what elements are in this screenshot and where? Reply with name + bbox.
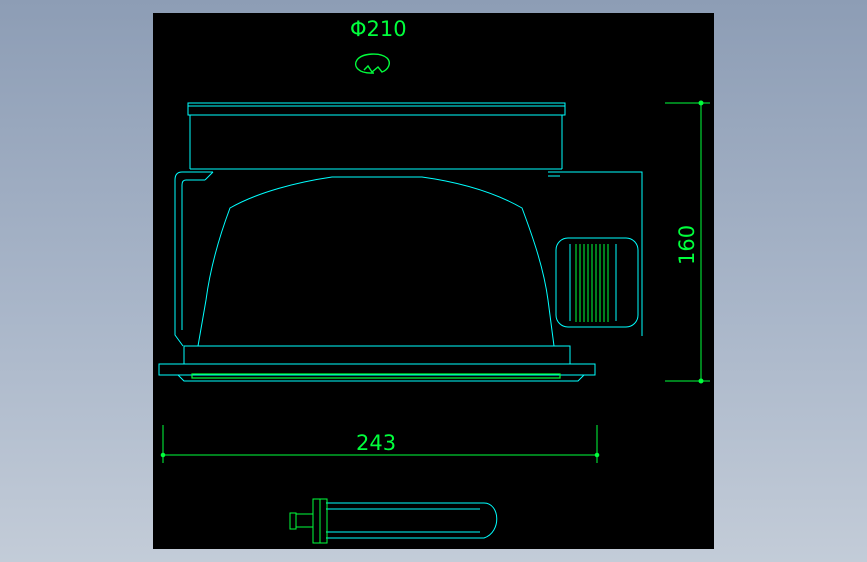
diameter-label: Φ210	[350, 17, 407, 41]
cutout-symbol	[355, 53, 390, 74]
ballast-box	[555, 237, 639, 328]
dome-reflector	[197, 176, 555, 347]
base-flange	[158, 345, 596, 382]
height-label: 160	[675, 225, 699, 265]
housing-bracket	[174, 171, 643, 347]
ballast-fins	[575, 244, 609, 322]
compact-fluorescent-lamp	[289, 498, 498, 544]
top-cover	[187, 102, 566, 170]
cad-drawing: Φ210 160 243	[158, 17, 710, 544]
width-label: 243	[356, 431, 396, 455]
